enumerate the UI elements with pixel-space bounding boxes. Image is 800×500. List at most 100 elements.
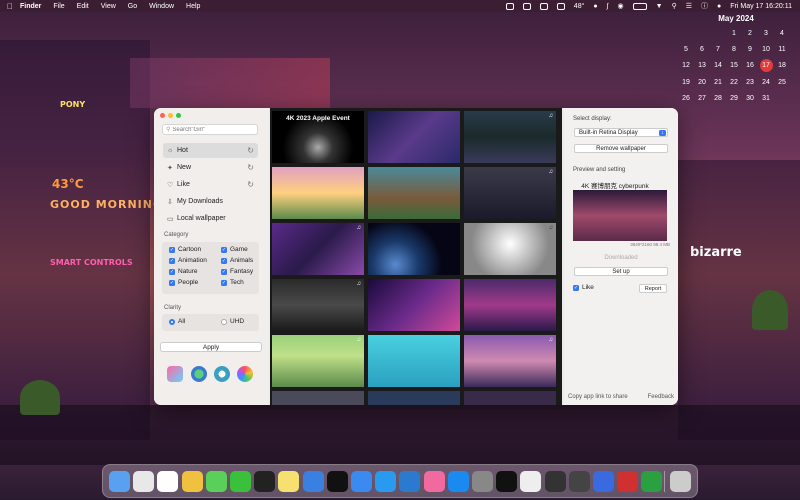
wechat-icon[interactable] (230, 471, 251, 492)
refresh-icon[interactable]: ↻ (247, 163, 254, 172)
category-checkbox-game[interactable]: ✓ Game (221, 246, 248, 253)
category-checkbox-animals[interactable]: ✓ Animals (221, 257, 253, 264)
menu-window[interactable]: Window (149, 3, 174, 10)
photos-icon[interactable] (423, 471, 445, 492)
menu-file[interactable]: File (53, 3, 64, 10)
nav-item-local-wallpaper[interactable]: ▭ Local wallpaper (163, 211, 258, 226)
search-input[interactable] (172, 126, 253, 133)
checkbox-icon[interactable]: ✓ (169, 279, 175, 286)
chrome-icon[interactable] (181, 471, 203, 492)
menu-edit[interactable]: Edit (77, 3, 89, 10)
close-window-button[interactable] (160, 113, 165, 118)
copy-link-button[interactable]: Copy app link to share (568, 394, 628, 400)
checkbox-icon[interactable]: ✓ (573, 284, 579, 291)
checkbox-icon[interactable]: ✓ (169, 257, 175, 264)
wallpaper-thumb[interactable] (368, 167, 460, 219)
wallpaper-thumb[interactable]: ♫ (464, 223, 556, 275)
refresh-icon[interactable]: ↻ (247, 180, 254, 189)
wallpaper-thumb[interactable] (368, 111, 460, 163)
calendar-icon[interactable] (157, 471, 179, 492)
control-center-icon[interactable]: ☰ (686, 2, 692, 10)
display-select[interactable]: Built-in Retina Display ↕ (574, 128, 668, 137)
menu-clock[interactable]: Fri May 17 16:20:11 (730, 3, 792, 10)
wps-icon[interactable] (617, 471, 639, 492)
headphones-icon[interactable]: ◉ (618, 2, 624, 10)
camera-icon[interactable] (539, 2, 548, 10)
wallpaper-thumb[interactable]: ♫ (464, 167, 556, 219)
refresh-icon[interactable]: ↻ (247, 146, 254, 155)
messages-icon[interactable] (205, 471, 227, 492)
wallpaper-thumb[interactable]: ♫ (464, 335, 556, 387)
remove-wallpaper-button[interactable]: Remove wallpaper (574, 144, 668, 153)
category-checkbox-tech[interactable]: ✓ Tech (221, 279, 244, 286)
notes-icon[interactable] (278, 471, 300, 492)
safari-icon[interactable] (375, 471, 397, 492)
browser-icon[interactable] (593, 471, 614, 492)
wallpaper-thumb[interactable] (368, 391, 460, 405)
console-icon[interactable] (568, 471, 590, 492)
box-icon[interactable] (505, 2, 514, 10)
hbuilder-icon[interactable] (641, 471, 663, 492)
wallpaper-thumb[interactable] (368, 223, 460, 275)
terminal-icon[interactable] (326, 471, 348, 492)
piano-icon[interactable] (544, 471, 566, 492)
nav-item-hot[interactable]: ☼ Hot ↻ (163, 143, 258, 158)
menu-view[interactable]: View (101, 3, 116, 10)
siri-icon[interactable]: ● (717, 3, 721, 10)
promo-app-icon[interactable] (237, 366, 253, 382)
radio-icon[interactable] (221, 318, 227, 325)
mail-icon[interactable] (351, 471, 372, 492)
checkbox-icon[interactable]: ✓ (169, 268, 175, 275)
menu-go[interactable]: Go (128, 3, 137, 10)
menu-finder[interactable]: Finder (20, 3, 41, 10)
category-checkbox-people[interactable]: ✓ People (169, 279, 198, 286)
apple-menu-icon[interactable]:  (0, 2, 20, 11)
radio-icon[interactable] (169, 318, 175, 325)
apply-button[interactable]: Apply (160, 342, 262, 352)
feedback-button[interactable]: Feedback (648, 394, 674, 400)
wifi-icon[interactable]: ▼ (656, 3, 663, 10)
category-checkbox-cartoon[interactable]: ✓ Cartoon (169, 246, 201, 253)
wallpaper-thumb[interactable]: ♫ (272, 335, 364, 387)
github-icon[interactable] (254, 471, 276, 492)
category-checkbox-nature[interactable]: ✓ Nature (169, 268, 198, 275)
xcode-icon[interactable] (302, 471, 324, 492)
wallpaper-thumb[interactable] (368, 335, 460, 387)
checkbox-icon[interactable]: ✓ (221, 246, 227, 253)
nav-item-new[interactable]: ✦ New ↻ (163, 160, 258, 175)
clarity-radio-all[interactable]: All (169, 318, 185, 325)
appstore-icon[interactable] (447, 471, 469, 492)
clarity-radio-uhd[interactable]: UHD (221, 318, 244, 325)
like-checkbox[interactable]: ✓ Like (573, 284, 594, 291)
wallpaper-thumb[interactable] (464, 279, 556, 331)
bluetooth-icon[interactable]: ∫ (607, 3, 609, 10)
wallpaper-thumb[interactable]: ♫ (272, 279, 364, 331)
settings-icon[interactable] (472, 471, 493, 492)
wallpaper-thumb[interactable]: 4K 2023 Apple Event (272, 111, 364, 163)
category-checkbox-animation[interactable]: ✓ Animation (169, 257, 207, 264)
weather-temperature[interactable]: 48° (574, 3, 585, 10)
grid-icon[interactable] (522, 2, 531, 10)
wallpaper-thumb[interactable]: ♫ (464, 111, 556, 163)
window-icon[interactable] (556, 2, 565, 10)
checkbox-icon[interactable]: ✓ (169, 246, 175, 253)
activity-icon[interactable] (496, 471, 518, 492)
wallpaper-thumb[interactable] (272, 391, 364, 405)
promo-app-icon[interactable] (191, 366, 207, 382)
checkbox-icon[interactable]: ✓ (221, 268, 227, 275)
wallpaper-thumb[interactable]: ♫ (272, 223, 364, 275)
battery-icon[interactable] (632, 2, 647, 10)
checkbox-icon[interactable]: ✓ (221, 279, 227, 286)
finder-icon[interactable] (109, 471, 130, 492)
zoom-window-button[interactable] (176, 113, 181, 118)
wechat-status-icon[interactable]: ● (593, 3, 597, 10)
nav-item-my-downloads[interactable]: ⇩ My Downloads (163, 194, 258, 209)
checkbox-icon[interactable]: ✓ (221, 257, 227, 264)
promo-app-icon[interactable] (167, 366, 183, 382)
vscode-icon[interactable] (399, 471, 421, 492)
wallpaper-thumb[interactable] (464, 391, 556, 405)
menu-help[interactable]: Help (186, 3, 200, 10)
info-icon[interactable]: ⓘ (701, 1, 708, 11)
set-up-button[interactable]: Set up (574, 267, 668, 276)
wallpaper-thumb[interactable] (368, 279, 460, 331)
